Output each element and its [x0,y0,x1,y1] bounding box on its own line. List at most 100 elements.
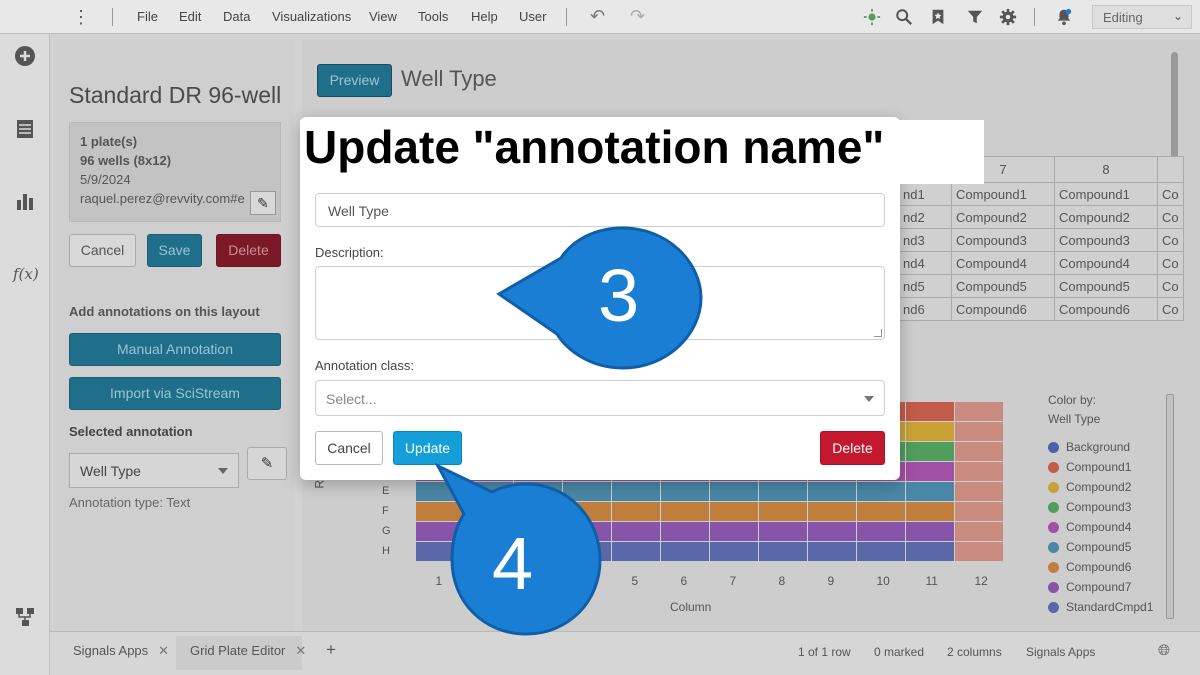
table-cell[interactable]: Co [1157,297,1184,321]
function-icon[interactable]: f(x) [13,262,39,286]
table-cell[interactable]: nd5 [898,274,952,298]
heatmap-cell[interactable] [710,542,758,561]
heatmap-cell[interactable] [661,522,709,541]
heatmap-cell[interactable] [906,542,954,561]
heatmap-cell[interactable] [857,502,905,521]
edit-pencil-icon[interactable]: ✎ [250,191,276,215]
table-row[interactable]: nd6 Compound6 Compound6 Co [898,297,1184,321]
heatmap-cell[interactable] [661,502,709,521]
heatmap-cell[interactable] [906,482,954,501]
heatmap-cell[interactable] [759,522,807,541]
heatmap-cell[interactable] [857,482,905,501]
filter-icon[interactable] [964,6,986,28]
heatmap-cell[interactable] [906,422,954,441]
heatmap-cell[interactable] [955,442,1003,461]
notification-bell-icon[interactable] [1053,6,1075,28]
heatmap-cell[interactable] [612,522,660,541]
table-cell[interactable]: Co [1157,205,1184,229]
manual-annotation-button[interactable]: Manual Annotation [69,333,281,366]
table-cell[interactable]: nd4 [898,251,952,275]
legend-item[interactable]: Compound6 [1048,557,1158,577]
heatmap-cell[interactable] [808,502,856,521]
table-row[interactable]: nd2 Compound2 Compound2 Co [898,205,1184,229]
vertical-scrollbar[interactable] [1171,52,1178,162]
heatmap-cell[interactable] [955,462,1003,481]
heatmap-cell[interactable] [710,502,758,521]
heatmap-cell[interactable] [906,462,954,481]
heatmap-cell[interactable] [759,502,807,521]
table-cell[interactable]: Co [1157,228,1184,252]
undo-icon[interactable]: ↶ [590,6,605,27]
table-cell[interactable]: Compound6 [1054,297,1158,321]
heatmap-cell[interactable] [906,522,954,541]
heatmap-cell[interactable] [661,482,709,501]
heatmap-cell[interactable] [759,542,807,561]
workflow-icon[interactable] [13,606,37,630]
heatmap-cell[interactable] [906,442,954,461]
table-row[interactable]: nd5 Compound5 Compound5 Co [898,274,1184,298]
bar-chart-icon[interactable] [13,190,37,214]
heatmap-cell[interactable] [955,422,1003,441]
table-cell[interactable]: Compound3 [1054,228,1158,252]
table-cell[interactable]: Compound1 [1054,182,1158,206]
bookmark-icon[interactable] [927,6,949,28]
table-row[interactable]: nd3 Compound3 Compound3 Co [898,228,1184,252]
mode-select[interactable]: Editing ⌄ [1092,5,1192,29]
heatmap-cell[interactable] [808,522,856,541]
table-cell[interactable]: Co [1157,274,1184,298]
heatmap-cell[interactable] [710,522,758,541]
table-cell[interactable]: nd6 [898,297,952,321]
table-cell[interactable]: Compound4 [951,251,1055,275]
heatmap-cell[interactable] [955,502,1003,521]
redo-icon[interactable]: ↷ [630,6,645,27]
table-cell[interactable]: nd1 [898,182,952,206]
heatmap-cell[interactable] [955,542,1003,561]
table-cell[interactable]: Compound4 [1054,251,1158,275]
menu-tools[interactable]: Tools [418,9,448,24]
legend-item[interactable]: Compound2 [1048,477,1158,497]
table-cell[interactable]: Co [1157,251,1184,275]
edit-annotation-button[interactable]: ✎ [247,447,287,480]
menu-user[interactable]: User [519,9,546,24]
dialog-cancel-button[interactable]: Cancel [315,431,383,465]
menu-file[interactable]: File [137,9,158,24]
heatmap-cell[interactable] [857,522,905,541]
heatmap-cell[interactable] [808,482,856,501]
import-scistream-button[interactable]: Import via SciStream [69,377,281,410]
heatmap-cell[interactable] [906,402,954,421]
menu-visualizations[interactable]: Visualizations [272,9,351,24]
menu-data[interactable]: Data [223,9,250,24]
table-row[interactable]: nd4 Compound4 Compound4 Co [898,251,1184,275]
delete-layout-button[interactable]: Delete [216,234,281,267]
legend-scrollbar[interactable] [1166,394,1174,619]
gear-icon[interactable] [997,6,1019,28]
heatmap-cell[interactable] [612,542,660,561]
heatmap-cell[interactable] [759,482,807,501]
legend-item[interactable]: Compound3 [1048,497,1158,517]
resize-grip-icon[interactable] [874,329,882,337]
table-row[interactable]: nd1 Compound1 Compound1 Co [898,182,1184,206]
menu-view[interactable]: View [369,9,397,24]
menu-help[interactable]: Help [471,9,498,24]
add-tab-icon[interactable]: + [326,640,336,660]
heatmap-cell[interactable] [955,482,1003,501]
save-button[interactable]: Save [147,234,202,267]
table-cell[interactable]: Co [1157,182,1184,206]
table-cell[interactable]: Compound5 [1054,274,1158,298]
legend-item[interactable]: Background [1048,437,1158,457]
more-options-icon[interactable]: ⋮ [72,7,90,27]
search-icon[interactable] [893,6,915,28]
table-cell[interactable]: Compound5 [951,274,1055,298]
tab-grid-plate-editor[interactable]: Grid Plate Editor ✕ [190,643,306,659]
globe-icon[interactable]: 🌐︎ [1158,642,1170,659]
heatmap-cell[interactable] [808,542,856,561]
table-cell[interactable]: nd2 [898,205,952,229]
heatmap-cell[interactable] [661,542,709,561]
recommendations-icon[interactable] [861,6,883,28]
heatmap-cell[interactable] [857,542,905,561]
cancel-button[interactable]: Cancel [69,234,136,267]
add-icon[interactable] [13,45,37,69]
selected-annotation-select[interactable]: Well Type [69,453,239,488]
dialog-update-button[interactable]: Update [393,431,462,465]
heatmap-cell[interactable] [955,402,1003,421]
